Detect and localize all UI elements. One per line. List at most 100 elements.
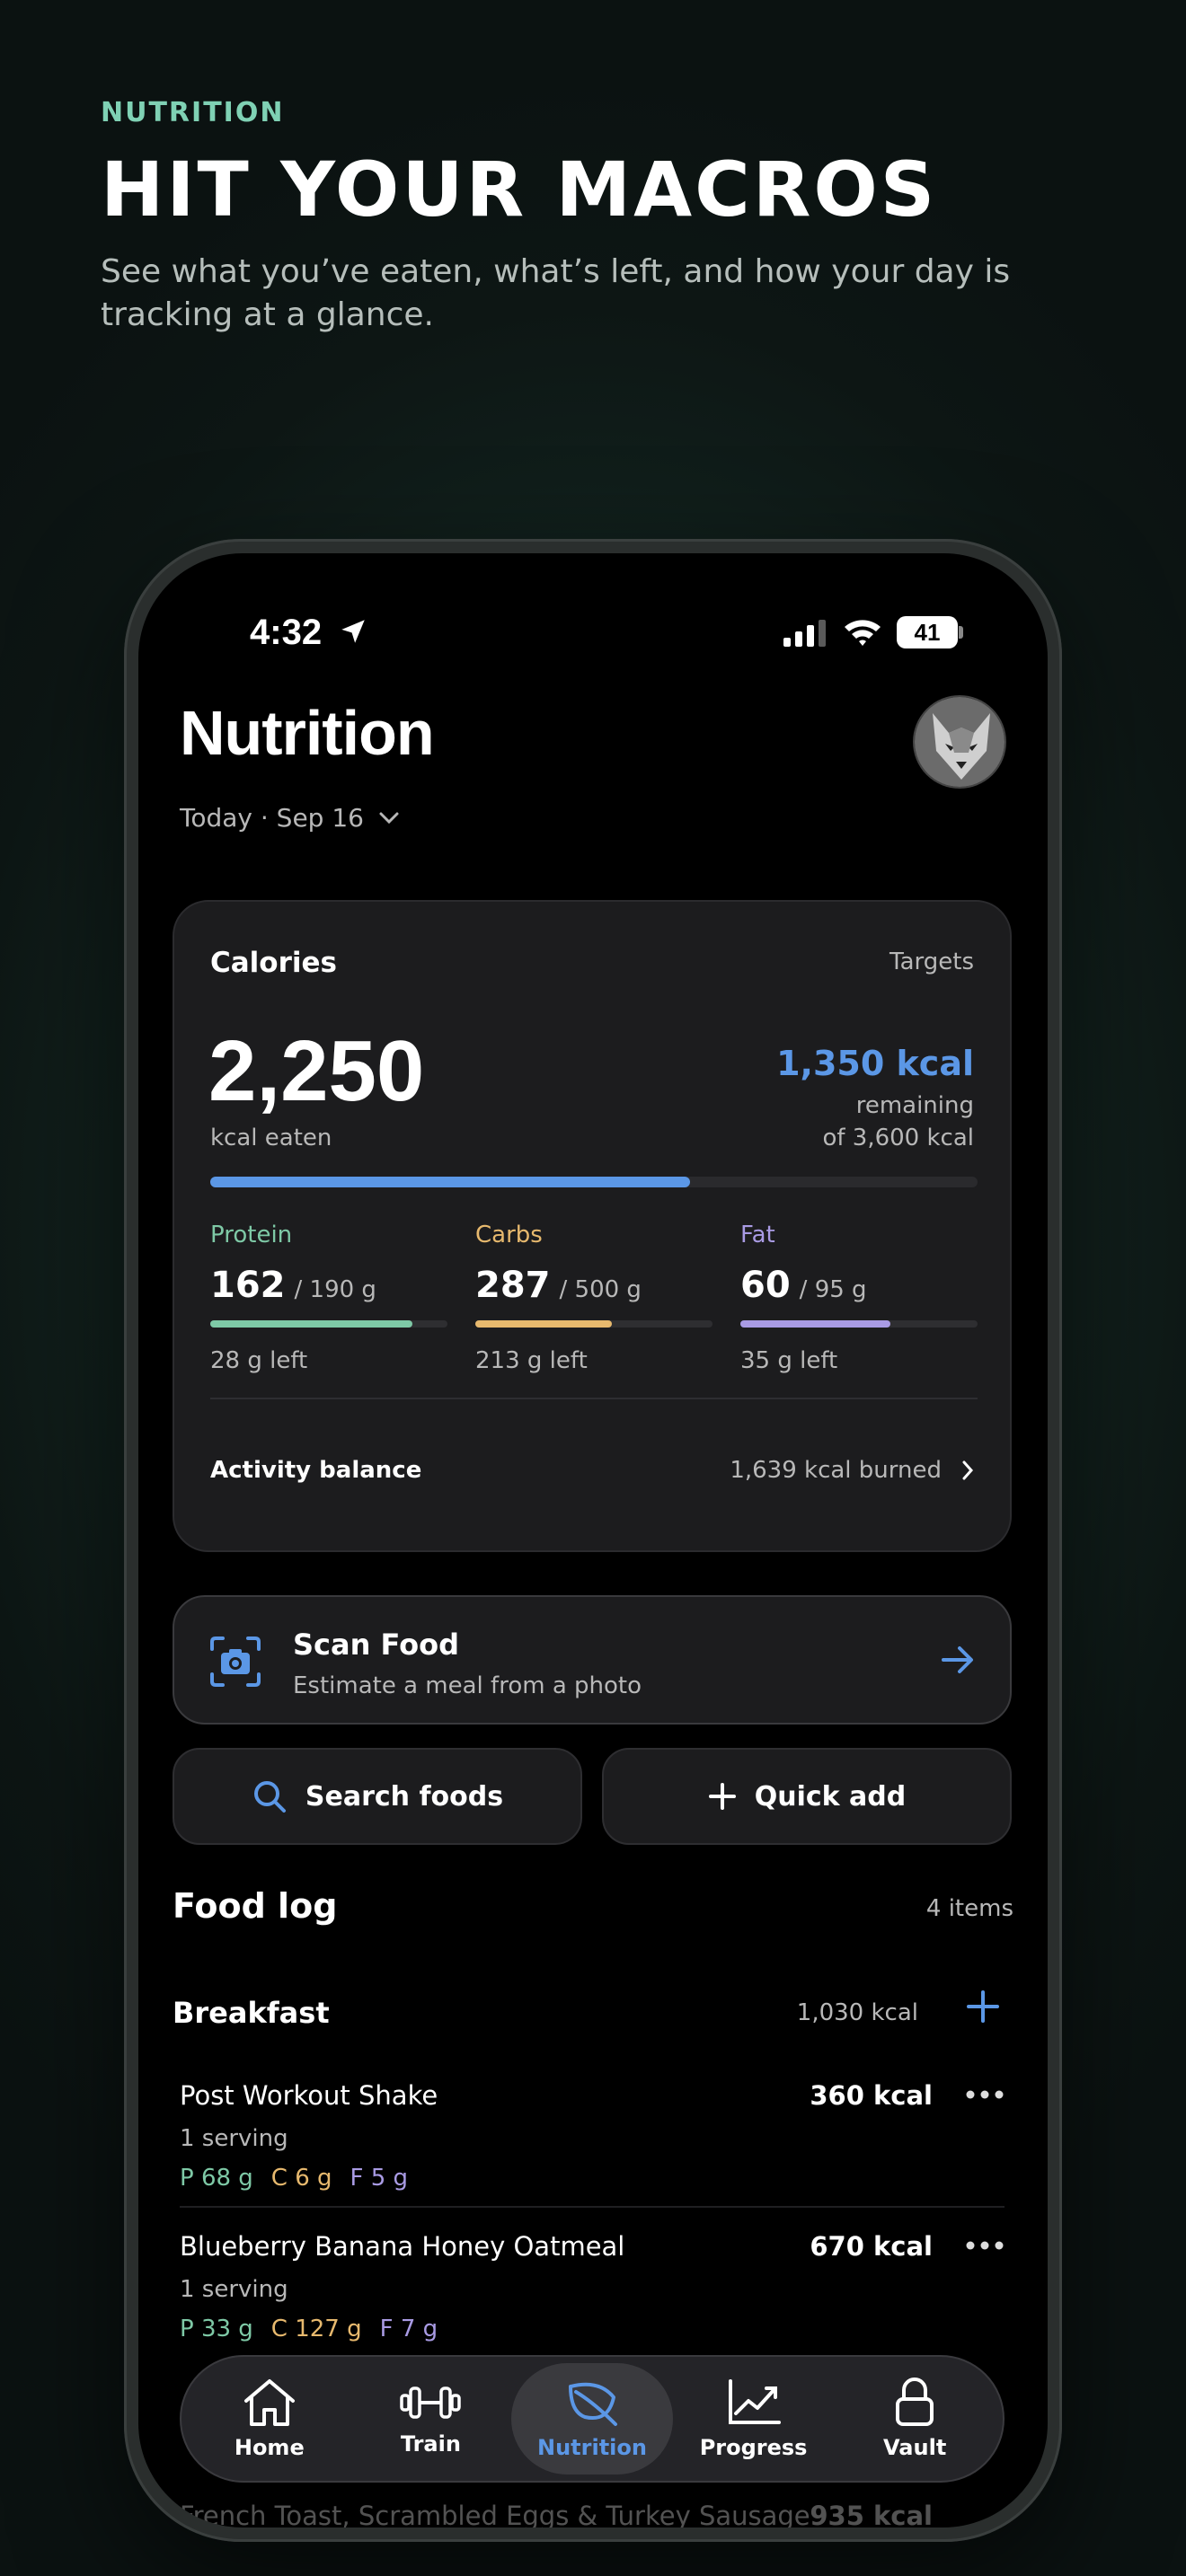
tab-bar: Home Train Nutrition Progress Vault [180,2355,1005,2483]
search-foods-label: Search foods [305,1780,504,1813]
status-bar: 4:32 41 [138,607,1048,661]
location-arrow-icon [341,620,365,643]
macro-progress-bar [475,1320,712,1328]
search-foods-button[interactable]: Search foods [173,1748,582,1845]
search-icon [253,1781,286,1813]
phone-frame: 4:32 41 Nutrition Today · Sep 16 Calorie… [124,539,1062,2542]
macro-target: / 500 g [559,1276,642,1303]
tab-label: Vault [883,2435,947,2460]
food-carbs: C 127 g [270,2316,362,2342]
tab-train[interactable]: Train [350,2363,512,2475]
macro-target: / 95 g [799,1276,867,1303]
tab-nutrition[interactable]: Nutrition [511,2363,673,2475]
food-log-title: Food log [173,1886,338,1926]
phone-screen: 4:32 41 Nutrition Today · Sep 16 Calorie… [138,553,1048,2527]
more-options-icon[interactable] [965,2089,1005,2100]
macro-target: / 190 g [294,1276,376,1303]
food-kcal: 670 kcal [810,2231,933,2262]
food-fat: F 7 g [379,2316,438,2342]
macro-name: Protein [210,1222,293,1248]
chevron-right-icon [962,1460,974,1480]
tab-vault[interactable]: Vault [834,2363,996,2475]
food-serving: 1 serving [180,2125,288,2152]
macro-progress-bar [740,1320,978,1328]
macro-fat: Fat 60 / 95 g 35 g left [740,1222,978,1374]
food-serving: 1 serving [180,2276,288,2303]
macro-name: Fat [740,1222,775,1248]
macro-left: 35 g left [740,1347,838,1374]
add-food-icon[interactable] [965,1989,1001,2025]
signal-icon [783,620,826,647]
date-selector[interactable]: Today · Sep 16 [180,803,400,833]
food-kcal: 935 kcal [810,2501,933,2527]
tab-label: Home [234,2435,305,2460]
macro-eaten: 162 [210,1265,286,1306]
chart-icon [728,2379,781,2424]
macro-eaten: 287 [475,1265,551,1306]
macro-eaten: 60 [740,1265,791,1306]
calorie-progress-bar [210,1177,978,1187]
status-time: 4:32 [250,613,323,652]
calories-label: Calories [210,947,337,979]
more-options-icon[interactable] [965,2240,1005,2251]
macro-progress-bar [210,1320,447,1328]
hero-subtitle: See what you’ve eaten, what’s left, and … [101,253,1011,333]
plus-icon [708,1783,736,1810]
calories-card: Calories Targets 2,250 kcal eaten 1,350 … [173,900,1012,1552]
activity-balance-value: 1,639 kcal burned [730,1457,942,1484]
hero: NUTRITION HIT YOUR MACROS See what you’v… [101,97,1107,337]
leaf-icon [568,2382,617,2426]
activity-balance-label: Activity balance [210,1457,422,1484]
wolf-avatar-icon [915,697,1005,787]
food-macros: P 33 g C 127 g F 7 g [180,2316,1005,2342]
food-macros: P 68 g C 6 g F 5 g [180,2165,1005,2192]
tab-progress[interactable]: Progress [673,2363,835,2475]
food-fat: F 5 g [350,2165,409,2192]
lock-icon [896,2378,934,2426]
macro-left: 28 g left [210,1347,308,1374]
hero-title: HIT YOUR MACROS [101,146,938,234]
food-kcal: 360 kcal [810,2080,933,2111]
divider [180,2206,1005,2208]
meal-title-breakfast: Breakfast [173,1996,330,2030]
food-protein: P 68 g [180,2165,253,2192]
battery-icon: 41 [897,616,963,648]
battery-level: 41 [897,616,958,648]
list-item[interactable]: Post Workout Shake 1 serving P 68 g C 6 … [180,2080,1005,2192]
quick-add-button[interactable]: Quick add [602,1748,1012,1845]
hero-eyebrow: NUTRITION [101,97,285,128]
avatar[interactable] [913,695,1006,789]
quick-add-label: Quick add [754,1780,907,1813]
list-item[interactable]: French Toast, Scrambled Eggs & Turkey Sa… [180,2501,1005,2527]
activity-balance-row[interactable]: 1,639 kcal burned [730,1457,974,1484]
macro-protein: Protein 162 / 190 g 28 g left [210,1222,447,1374]
scan-food-subtitle: Estimate a meal from a photo [293,1672,642,1699]
camera-scan-icon [210,1636,261,1687]
scan-food-button[interactable]: Scan Food Estimate a meal from a photo [173,1595,1012,1725]
food-carbs: C 6 g [270,2165,332,2192]
kcal-remaining-value: 1,350 kcal [776,1044,974,1083]
kcal-target-label: of 3,600 kcal [822,1125,974,1151]
macro-carbs: Carbs 287 / 500 g 213 g left [475,1222,712,1374]
targets-link[interactable]: Targets [890,948,974,975]
meal-kcal: 1,030 kcal [796,1999,918,2026]
chevron-down-icon [379,812,399,824]
tab-label: Nutrition [536,2435,647,2460]
wifi-icon [845,620,881,646]
date-label: Today · Sep 16 [180,803,364,833]
kcal-eaten-label: kcal eaten [210,1125,332,1151]
list-item[interactable]: Blueberry Banana Honey Oatmeal 1 serving… [180,2231,1005,2342]
divider [210,1398,978,1399]
scan-food-title: Scan Food [293,1628,459,1662]
home-icon [243,2379,295,2426]
tab-label: Train [400,2431,461,2457]
page-title: Nutrition [180,698,435,768]
tab-label: Progress [699,2435,808,2460]
kcal-eaten-value: 2,250 [208,1023,425,1119]
food-log-count: 4 items [925,1895,1013,1922]
tab-home[interactable]: Home [189,2363,350,2475]
arrow-right-icon [942,1646,973,1673]
macro-left: 213 g left [475,1347,588,1374]
food-protein: P 33 g [180,2316,253,2342]
macro-name: Carbs [475,1222,543,1248]
